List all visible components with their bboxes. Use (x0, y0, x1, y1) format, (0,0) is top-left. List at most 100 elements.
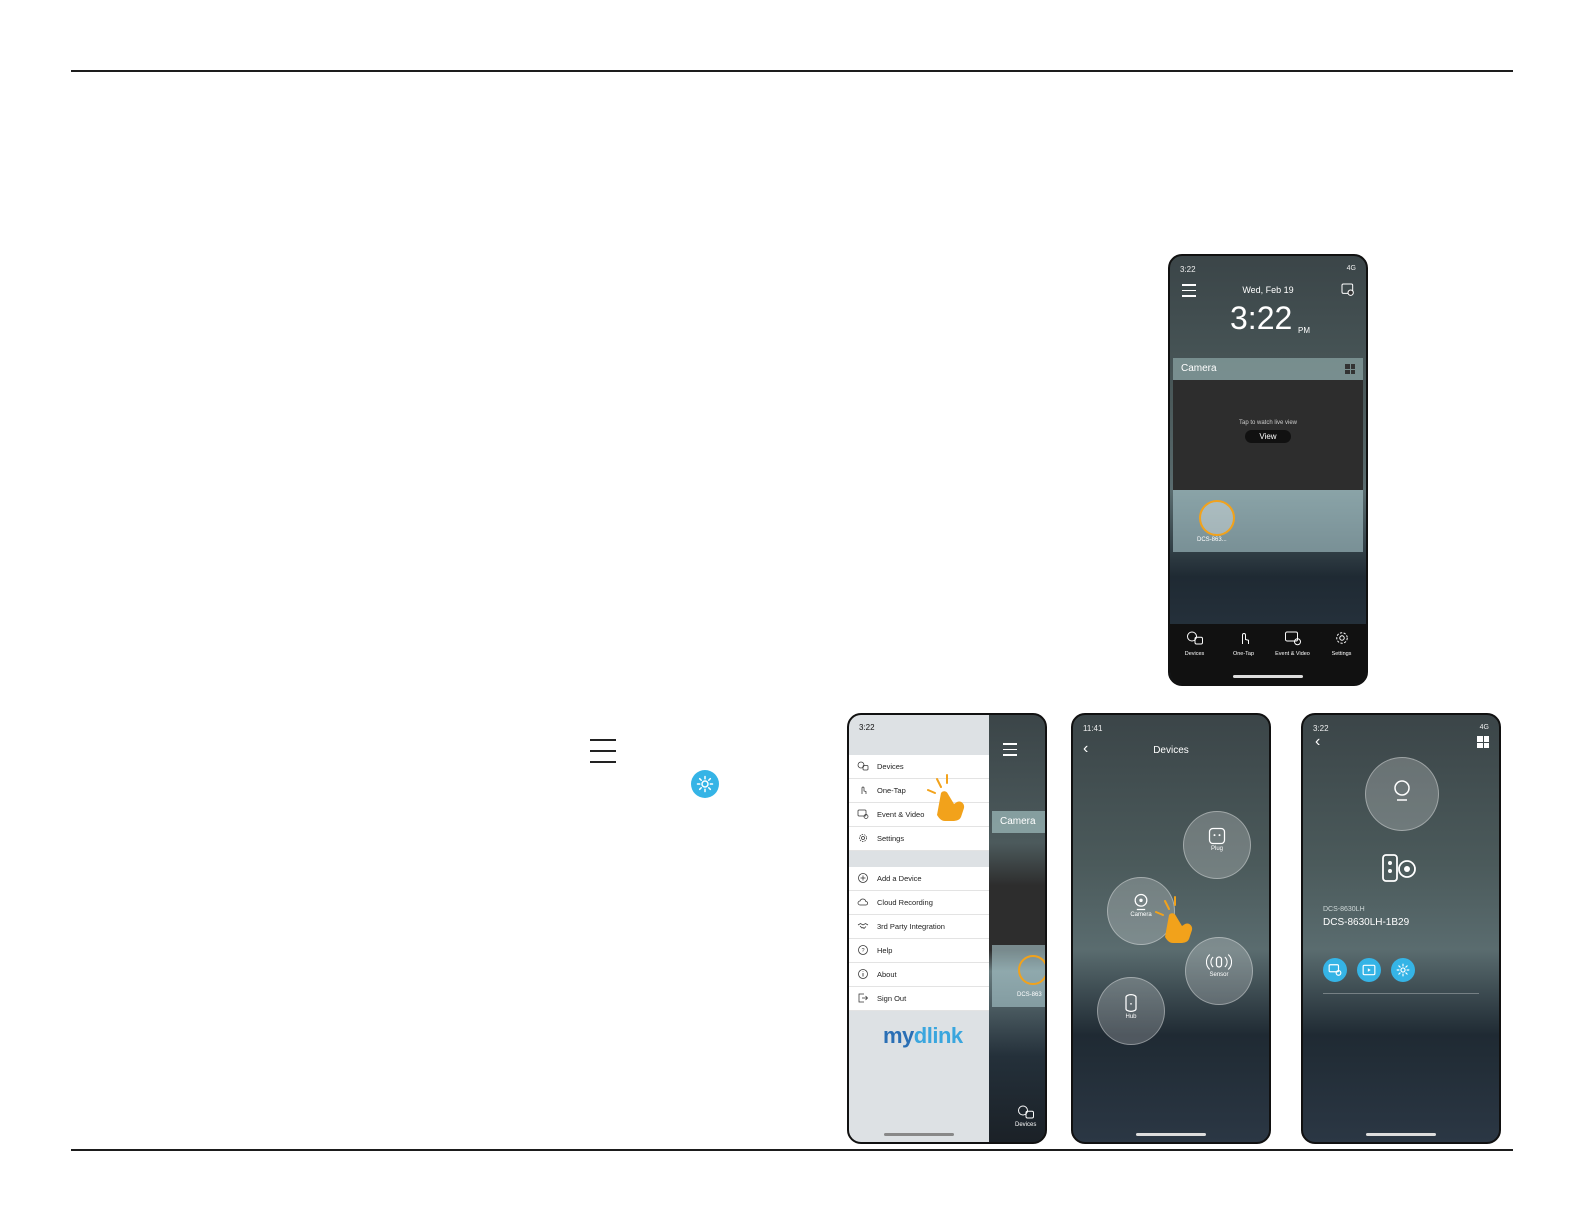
drawer-item-cloud-recording[interactable]: Cloud Recording (849, 891, 989, 915)
drawer-item-add-device[interactable]: Add a Device (849, 867, 989, 891)
drawer-item-settings[interactable]: Settings (849, 827, 989, 851)
status-time: 3:22 (1313, 724, 1329, 733)
live-view-button[interactable] (1357, 958, 1381, 982)
one-tap-icon (861, 786, 867, 794)
info-icon (858, 969, 868, 979)
one-tap-icon (1241, 633, 1249, 644)
devices-icon (1186, 631, 1203, 645)
camera-header: Camera (1173, 358, 1363, 380)
home-indicator (1136, 1133, 1206, 1136)
mydlink-logo: mydlink (883, 1023, 963, 1049)
phone-home-screen: 3:22 4G Wed, Feb 19 3:22 PM Camera Tap t… (1168, 254, 1368, 686)
tab-devices[interactable]: Devices (1175, 630, 1215, 684)
device-actions (1323, 958, 1415, 982)
device-settings-button[interactable] (1391, 958, 1415, 982)
drawer-item-label: About (877, 970, 897, 979)
drawer-secondary-group: Add a Device Cloud Recording 3rd Party I… (849, 867, 989, 1011)
device-label: DCS-863... (1197, 537, 1227, 543)
tap-hand-icon (927, 774, 965, 821)
status-time: 11:41 (1083, 724, 1103, 733)
camera-category-bubble[interactable] (1365, 757, 1439, 831)
drawer-item-label: Settings (877, 834, 905, 843)
dimmed-home-screen: Camera DCS-863 Devices (989, 715, 1045, 1142)
category-plug[interactable]: Plug (1183, 811, 1251, 879)
logo-my: my (883, 1023, 914, 1048)
category-label: Hub (1125, 1014, 1137, 1020)
plug-icon (1208, 827, 1226, 845)
tab-label: Devices (1184, 651, 1205, 657)
drawer-item-label: Devices (877, 762, 904, 771)
status-time: 3:22 (1180, 265, 1196, 274)
play-video-icon (1362, 964, 1376, 976)
drawer-item-label: Add a Device (877, 874, 922, 883)
hamburger-menu-icon[interactable] (1003, 743, 1017, 760)
device-model: DCS-8630LH (1323, 906, 1365, 913)
drawer-item-3rd-party[interactable]: 3rd Party Integration (849, 915, 989, 939)
back-chevron-icon[interactable]: ‹ (1315, 733, 1320, 751)
camera-live-panel[interactable]: Tap to watch live view View (1173, 380, 1363, 490)
grid-view-icon[interactable] (1477, 736, 1489, 748)
tap-to-watch-text: Tap to watch live view (1238, 420, 1298, 426)
status-time: 3:22 (859, 723, 875, 732)
status-network: 4G (1346, 265, 1356, 272)
camera-device-icon (1018, 955, 1045, 985)
svg-text:?: ? (861, 948, 864, 954)
tab-settings[interactable]: Settings (1322, 630, 1362, 684)
background-tab-devices: Devices (1015, 1104, 1036, 1128)
category-label: Sensor (1209, 972, 1229, 978)
home-date: Wed, Feb 19 (1242, 285, 1294, 295)
home-ampm: PM (1298, 326, 1310, 335)
background-device-strip: DCS-863 (992, 945, 1045, 1007)
category-label: Camera (1130, 912, 1152, 918)
drawer-item-label: Sign Out (877, 994, 907, 1003)
sensor-icon (1206, 954, 1232, 970)
category-hub[interactable]: Hub (1097, 977, 1165, 1045)
home-indicator (884, 1133, 954, 1136)
tap-hand-icon (1155, 896, 1193, 943)
home-indicator (1366, 1133, 1436, 1136)
background-camera-header: Camera (992, 811, 1045, 833)
camera-device-icon[interactable] (1199, 500, 1235, 536)
settings-gear-icon (691, 770, 719, 798)
tab-label: Devices (1015, 1122, 1037, 1128)
event-video-button[interactable] (1323, 958, 1347, 982)
drawer-item-label: 3rd Party Integration (877, 922, 945, 931)
tab-label: One-Tap (1232, 651, 1255, 657)
camera-icon (1134, 893, 1148, 911)
logo-dlink: dlink (913, 1023, 963, 1048)
drawer-item-help[interactable]: ? Help (849, 939, 989, 963)
devices-icon (1017, 1105, 1034, 1119)
background-device-label: DCS-863 (1017, 992, 1042, 998)
add-icon (858, 873, 868, 883)
help-icon: ? (858, 945, 868, 955)
settings-icon (1335, 632, 1348, 644)
home-time: 3:22 (1230, 300, 1293, 336)
grid-view-icon[interactable] (1345, 364, 1355, 374)
sign-out-icon (858, 993, 869, 1003)
camera-header-label: Camera (1181, 363, 1217, 374)
drawer-item-label: Event & Video (877, 810, 925, 819)
gear-icon (1396, 963, 1410, 977)
divider (1323, 993, 1479, 994)
phone-devices-screen: 11:41 ‹ Devices Plug Camera Sensor Hub (1071, 713, 1271, 1144)
phone-side-menu: Camera DCS-863 Devices 3:22 Devices One-… (847, 713, 1047, 1144)
devices-icon (857, 761, 869, 771)
drawer-item-label: Help (877, 946, 893, 955)
category-sensor[interactable]: Sensor (1185, 937, 1253, 1005)
status-network: 4G (1479, 724, 1489, 731)
devices-title: Devices (1153, 745, 1189, 756)
event-video-icon (857, 809, 869, 819)
camera-icon (1394, 780, 1410, 801)
drawer-item-sign-out[interactable]: Sign Out (849, 987, 989, 1011)
outdoor-camera-icon (1382, 854, 1416, 882)
bottom-rule (71, 1149, 1513, 1151)
tab-label: Event & Video (1275, 651, 1310, 657)
category-label: Plug (1210, 846, 1223, 852)
device-strip: DCS-863... (1173, 490, 1363, 552)
drawer-item-label: One-Tap (877, 786, 906, 795)
menu-icon (590, 739, 616, 772)
drawer-item-about[interactable]: About (849, 963, 989, 987)
view-button[interactable]: View (1245, 430, 1291, 443)
event-video-icon (1284, 631, 1301, 646)
device-name: DCS-8630LH-1B29 (1323, 917, 1410, 928)
